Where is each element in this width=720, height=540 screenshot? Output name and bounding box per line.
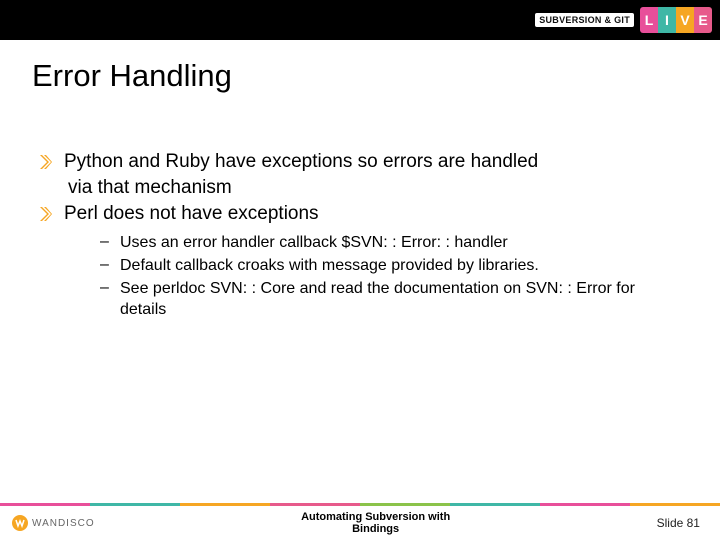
slide: SUBVERSION & GIT L I V E Error Handling … — [0, 0, 720, 540]
sub-text: Uses an error handler callback $SVN: : E… — [120, 233, 508, 254]
sub-item: – Uses an error handler callback $SVN: :… — [100, 233, 680, 254]
bullet-row: via that mechanism — [40, 176, 680, 200]
sub-item: – See perldoc SVN: : Core and read the d… — [100, 279, 680, 321]
sub-list: – Uses an error handler callback $SVN: :… — [100, 233, 680, 320]
live-letter: V — [676, 7, 694, 33]
page-title: Error Handling — [32, 58, 232, 94]
live-logo: L I V E — [640, 7, 712, 33]
header-logo: SUBVERSION & GIT L I V E — [535, 7, 712, 33]
sub-text: Default callback croaks with message pro… — [120, 256, 539, 277]
sub-item: – Default callback croaks with message p… — [100, 256, 680, 277]
wandisco-text: WANDISCO — [32, 518, 95, 529]
content: Python and Ruby have exceptions so error… — [40, 150, 680, 322]
footer-title: Automating Subversion with Bindings — [301, 511, 450, 535]
dash-icon: – — [100, 279, 114, 297]
wandisco-icon — [12, 515, 28, 531]
dash-icon: – — [100, 256, 114, 274]
brand-text: SUBVERSION & GIT — [535, 13, 634, 27]
bullet-text: Python and Ruby have exceptions so error… — [64, 150, 538, 174]
dash-icon: – — [100, 233, 114, 251]
topbar: SUBVERSION & GIT L I V E — [0, 0, 720, 40]
bullet-row: Python and Ruby have exceptions so error… — [40, 150, 680, 174]
bullet-row: Perl does not have exceptions — [40, 202, 680, 226]
sub-text: See perldoc SVN: : Core and read the doc… — [120, 279, 680, 321]
live-letter: L — [640, 7, 658, 33]
bullet-text: Perl does not have exceptions — [64, 202, 319, 226]
chevron-icon — [40, 207, 52, 221]
bullet-text: via that mechanism — [68, 176, 232, 200]
slide-number: Slide 81 — [657, 516, 700, 530]
live-letter: I — [658, 7, 676, 33]
chevron-icon — [40, 155, 52, 169]
wandisco-logo: WANDISCO — [12, 515, 95, 531]
footer: WANDISCO Automating Subversion with Bind… — [0, 506, 720, 540]
live-letter: E — [694, 7, 712, 33]
